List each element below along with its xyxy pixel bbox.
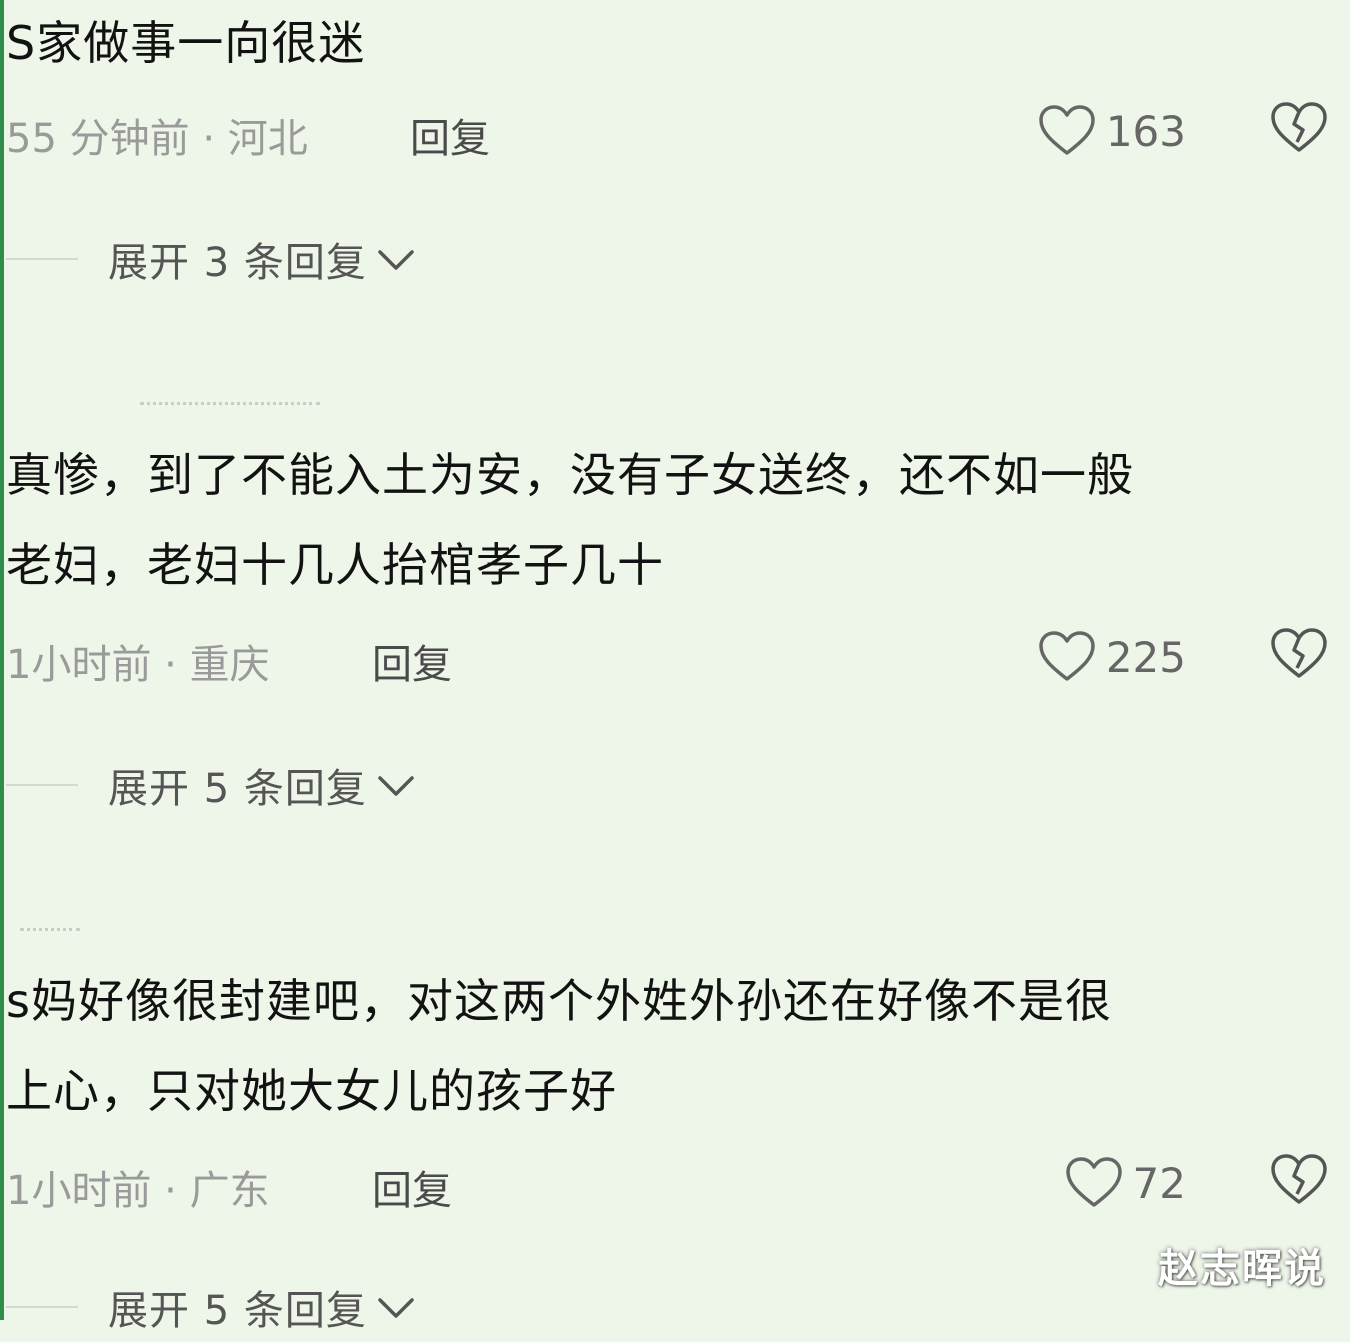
comment-location: 重庆 xyxy=(189,642,270,688)
separator-dot: · xyxy=(164,642,177,688)
comment-1: S家做事一向很迷 xyxy=(6,0,1346,88)
expand-divider-line xyxy=(6,258,78,260)
expand-divider-line xyxy=(6,1306,78,1308)
comment-2: 真惨，到了不能入土为安，没有子女送终，还不如一般 老妇，老妇十几人抬棺孝子几十 xyxy=(6,430,1346,610)
comment-meta-info: 1小时前 · 广东 xyxy=(6,1158,270,1216)
expand-replies-label: 展开 3 条回复 xyxy=(108,240,367,286)
comment-2-meta: 1小时前 · 重庆 回复 225 xyxy=(6,622,1346,692)
broken-heart-icon[interactable] xyxy=(1270,1152,1328,1208)
comment-1-meta: 55 分钟前 · 河北 回复 163 xyxy=(6,96,1346,166)
chevron-down-icon xyxy=(377,236,415,282)
chevron-down-icon xyxy=(377,762,415,808)
reply-button[interactable]: 回复 xyxy=(410,106,490,164)
like-count: 225 xyxy=(1105,632,1186,682)
expand-divider-line xyxy=(6,784,78,786)
heart-outline-icon xyxy=(1038,105,1096,157)
watermark: 赵志晖说 xyxy=(1158,1246,1326,1292)
reply-button[interactable]: 回复 xyxy=(372,632,452,690)
like-button[interactable]: 163 xyxy=(1038,96,1186,166)
comment-time: 1小时前 xyxy=(6,642,152,688)
broken-heart-icon[interactable] xyxy=(1270,100,1328,156)
heart-outline-icon xyxy=(1038,631,1096,683)
comment-1-expand: 展开 3 条回复 xyxy=(6,224,806,294)
expand-replies-button[interactable]: 展开 3 条回复 xyxy=(108,230,415,288)
chevron-down-icon xyxy=(377,1284,415,1330)
separator-dot: · xyxy=(202,116,216,162)
like-button[interactable]: 72 xyxy=(1065,1148,1186,1218)
comment-time: 55 分钟前 xyxy=(6,116,190,162)
broken-heart-icon[interactable] xyxy=(1270,626,1328,682)
comment-2-expand: 展开 5 条回复 xyxy=(6,750,806,820)
expand-replies-button[interactable]: 展开 5 条回复 xyxy=(108,756,415,814)
comment-3-expand: 展开 5 条回复 xyxy=(6,1272,806,1342)
comment-meta-info: 1小时前 · 重庆 xyxy=(6,632,270,690)
heart-outline-icon xyxy=(1065,1157,1123,1209)
reply-button[interactable]: 回复 xyxy=(372,1158,452,1216)
expand-replies-label: 展开 5 条回复 xyxy=(108,1288,367,1334)
comment-3-meta: 1小时前 · 广东 回复 72 xyxy=(6,1148,1346,1218)
faint-divider xyxy=(140,402,320,409)
separator-dot: · xyxy=(164,1168,177,1214)
like-count: 163 xyxy=(1105,106,1186,156)
comment-text: 真惨，到了不能入土为安，没有子女送终，还不如一般 老妇，老妇十几人抬棺孝子几十 xyxy=(6,448,1134,592)
expand-replies-button[interactable]: 展开 5 条回复 xyxy=(108,1278,415,1336)
like-count: 72 xyxy=(1132,1158,1186,1208)
comment-text: S家做事一向很迷 xyxy=(6,16,366,70)
comment-meta-info: 55 分钟前 · 河北 xyxy=(6,106,308,164)
comment-text: s妈好像很封建吧，对这两个外姓外孙还在好像不是很 上心，只对她大女儿的孩子好 xyxy=(6,974,1112,1118)
comment-3: s妈好像很封建吧，对这两个外姓外孙还在好像不是很 上心，只对她大女儿的孩子好 xyxy=(6,956,1346,1136)
left-edge-bar xyxy=(0,0,4,1320)
faint-divider xyxy=(20,928,80,935)
expand-replies-label: 展开 5 条回复 xyxy=(108,766,367,812)
comment-location: 广东 xyxy=(189,1168,270,1214)
comment-time: 1小时前 xyxy=(6,1168,152,1214)
like-button[interactable]: 225 xyxy=(1038,622,1186,692)
comment-location: 河北 xyxy=(227,116,308,162)
